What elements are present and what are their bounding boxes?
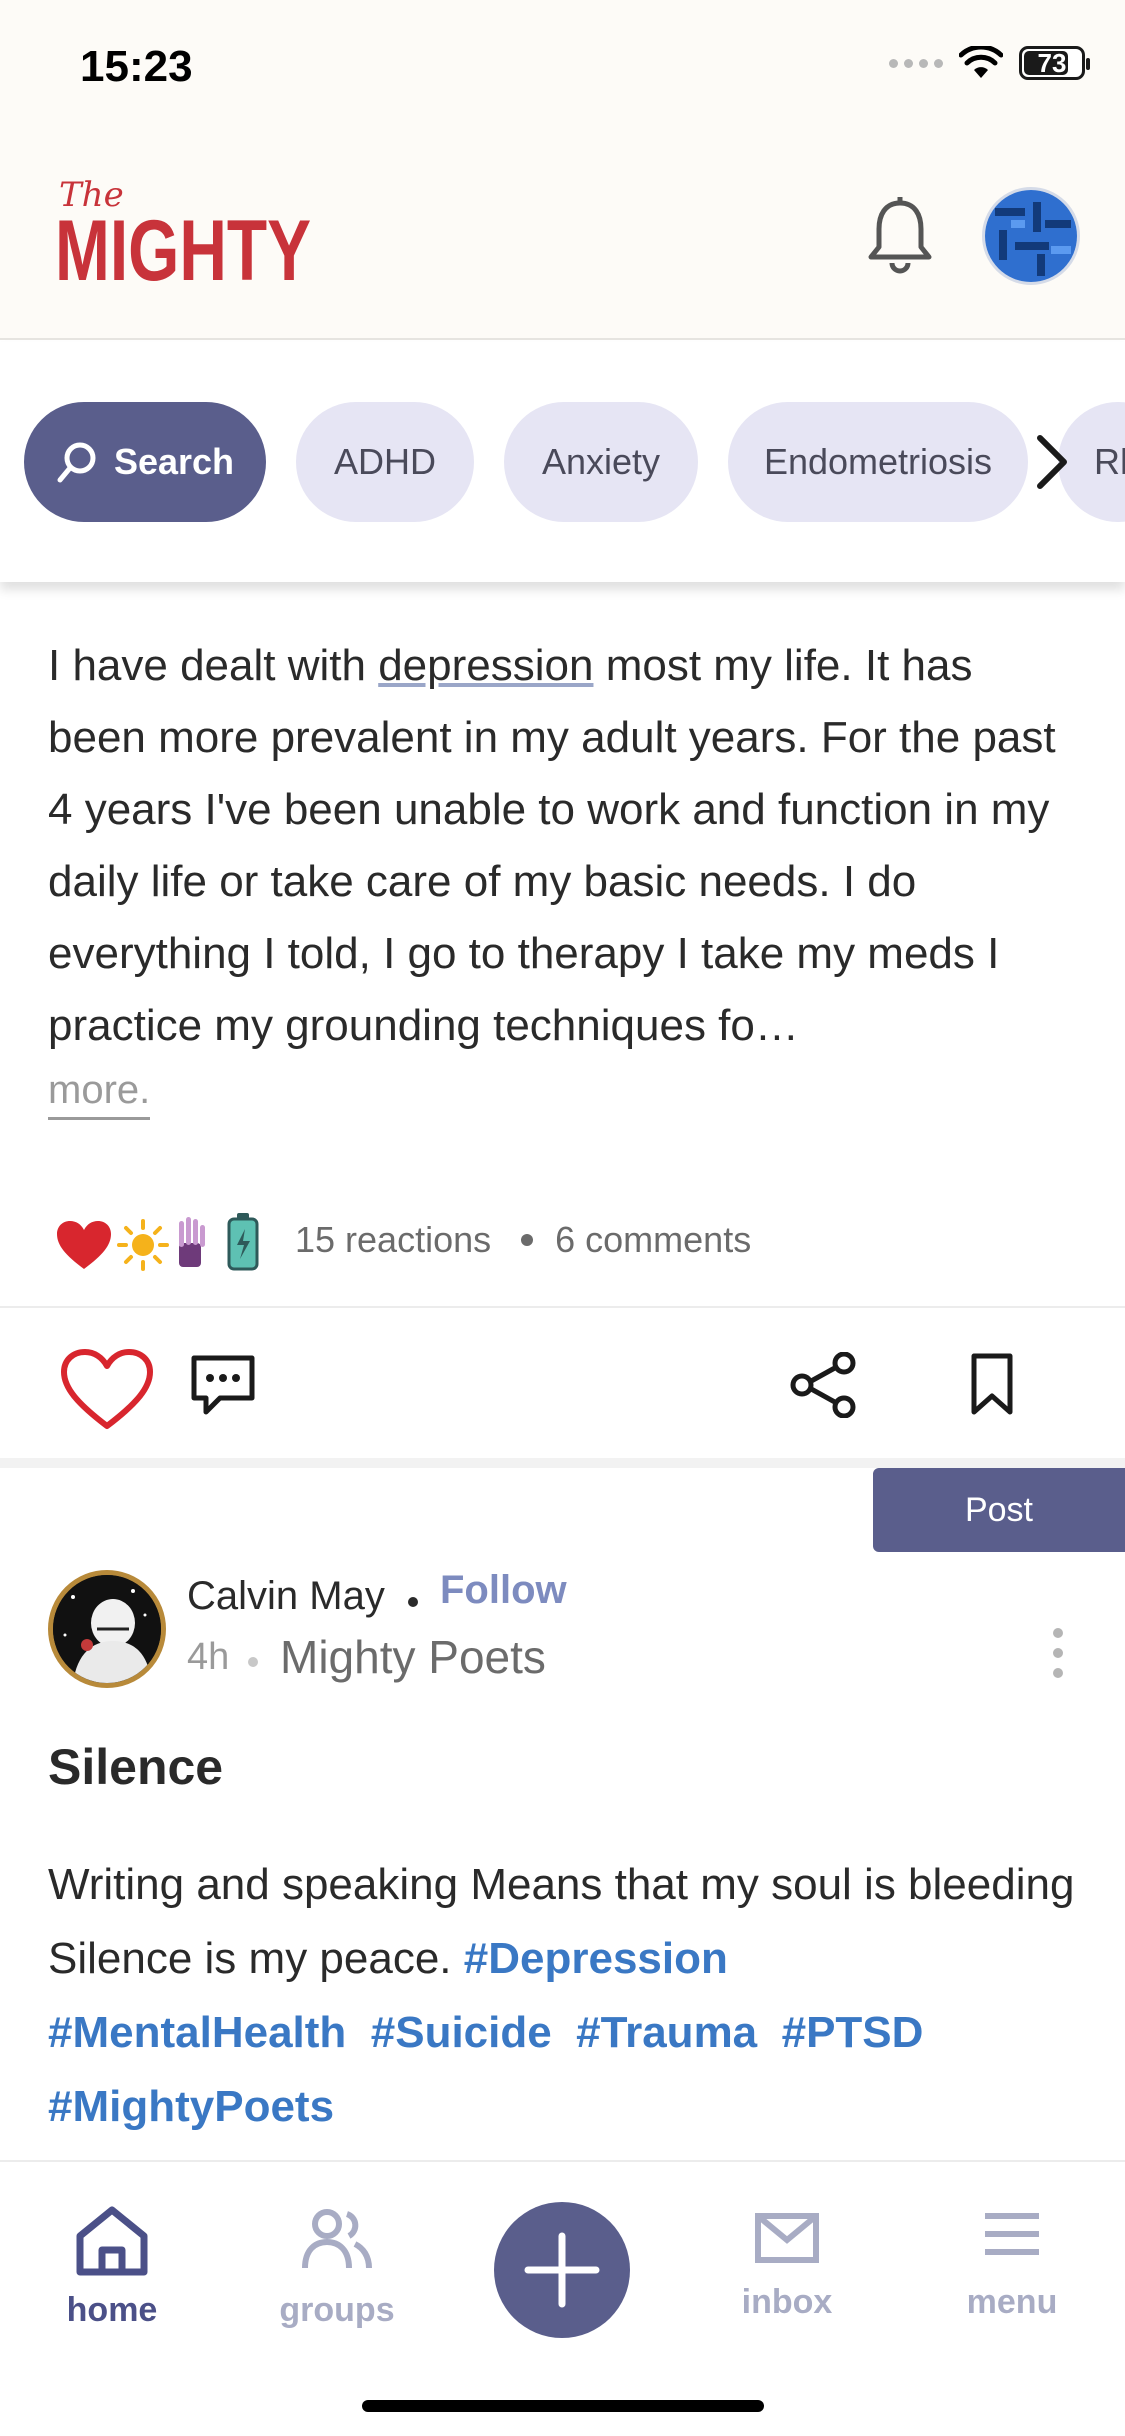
chip-label: Anxiety	[541, 441, 661, 482]
tab-menu[interactable]: menu	[927, 2202, 1097, 2322]
groups-icon	[302, 2209, 372, 2269]
heart-icon[interactable]	[60, 1348, 154, 1432]
plus-icon	[524, 2232, 600, 2308]
the-mighty-logo[interactable]: The MIGHTY	[55, 160, 315, 300]
post-text: most my life. It has been more prevalent…	[48, 641, 1056, 1050]
more-link[interactable]: more.	[48, 1063, 151, 1120]
depression-link[interactable]: depression	[378, 641, 593, 690]
chip-adhd[interactable]: ADHD	[296, 402, 474, 522]
group-link[interactable]: Mighty Poets	[280, 1630, 546, 1684]
create-post-button[interactable]	[494, 2202, 630, 2338]
share-icon[interactable]	[788, 1352, 858, 1418]
tab-label: groups	[279, 2291, 395, 2329]
menu-icon	[985, 2213, 1039, 2255]
status-time: 15:23	[80, 42, 193, 91]
chip-label: Endometriosis	[763, 441, 993, 482]
tab-groups[interactable]: groups	[252, 2202, 422, 2330]
reaction-icons	[55, 1205, 285, 1275]
bookmark-icon[interactable]	[968, 1352, 1016, 1418]
author-name[interactable]: Calvin May	[187, 1574, 385, 1619]
more-options-icon[interactable]	[1050, 1628, 1066, 1682]
post-text: I have dealt with	[48, 641, 379, 690]
bottom-tab-bar: home groups inbox menu	[0, 2160, 1125, 2436]
status-indicators: 73	[889, 46, 1090, 80]
home-icon	[76, 2206, 148, 2276]
hashtag-link[interactable]: #MentalHealth	[48, 2008, 346, 2057]
post-button[interactable]: Post	[873, 1468, 1125, 1552]
post-separator	[0, 1458, 1125, 1468]
post-actions	[0, 1308, 1125, 1458]
chip-anxiety[interactable]: Anxiety	[504, 402, 698, 522]
chip-endometriosis[interactable]: Endometriosis	[728, 402, 1028, 522]
tab-inbox[interactable]: inbox	[702, 2202, 872, 2322]
app-header: The MIGHTY	[0, 140, 1125, 340]
mail-icon	[755, 2213, 819, 2263]
separator-dot	[248, 1657, 258, 1667]
sun-reaction-icon	[117, 1219, 169, 1271]
separator-dot	[521, 1234, 534, 1246]
tab-label: menu	[966, 2283, 1058, 2321]
profile-avatar[interactable]	[982, 187, 1080, 285]
raised-hand-reaction-icon	[179, 1217, 205, 1267]
hashtag-link[interactable]: #MightyPoets	[48, 2082, 334, 2131]
search-chip-label: Search	[113, 441, 235, 482]
chevron-right-icon[interactable]	[1032, 432, 1072, 492]
heart-reaction-icon	[57, 1221, 111, 1269]
tab-label: inbox	[741, 2283, 833, 2321]
notifications-bell-icon[interactable]	[865, 195, 935, 275]
follow-button[interactable]: Follow	[440, 1568, 567, 1613]
wifi-icon	[959, 46, 1003, 78]
topic-chip-bar: Search ADHD Anxiety Endometriosis Rh	[0, 342, 1125, 582]
reactions-count: 15 reactions	[295, 1219, 492, 1260]
home-indicator	[362, 2400, 764, 2412]
battery-icon: 73	[1019, 46, 1090, 80]
separator-dot	[408, 1597, 418, 1607]
tab-label: home	[66, 2291, 158, 2329]
hashtag-link[interactable]: #Trauma	[576, 2008, 757, 2057]
reactions-summary[interactable]: 15 reactions 6 comments	[55, 1205, 751, 1275]
cellular-signal-icon	[889, 58, 943, 68]
battery-reaction-icon	[227, 1213, 259, 1271]
hashtag-link[interactable]: #PTSD	[782, 2008, 924, 2057]
tab-home[interactable]: home	[27, 2202, 197, 2330]
battery-level: 73	[1037, 48, 1067, 78]
author-avatar[interactable]	[48, 1570, 166, 1688]
chip-label: ADHD	[333, 441, 436, 482]
search-icon	[57, 442, 96, 483]
hashtag-link[interactable]: #Suicide	[371, 2008, 552, 2057]
search-chip[interactable]: Search	[24, 402, 266, 522]
status-bar: 15:23 73	[0, 0, 1125, 140]
post-time: 4h	[187, 1636, 230, 1678]
svg-text:MIGHTY: MIGHTY	[55, 203, 311, 299]
hashtag-link[interactable]: #Depression	[464, 1934, 728, 1983]
comments-count[interactable]: 6 comments	[555, 1219, 751, 1261]
chip-label: Rh	[1094, 441, 1125, 482]
post-body: Writing and speaking Means that my soul …	[48, 1848, 1078, 2144]
post-body: I have dealt with depression most my lif…	[48, 630, 1078, 1062]
post-title[interactable]: Silence	[48, 1738, 223, 1796]
comment-icon[interactable]	[188, 1352, 258, 1418]
